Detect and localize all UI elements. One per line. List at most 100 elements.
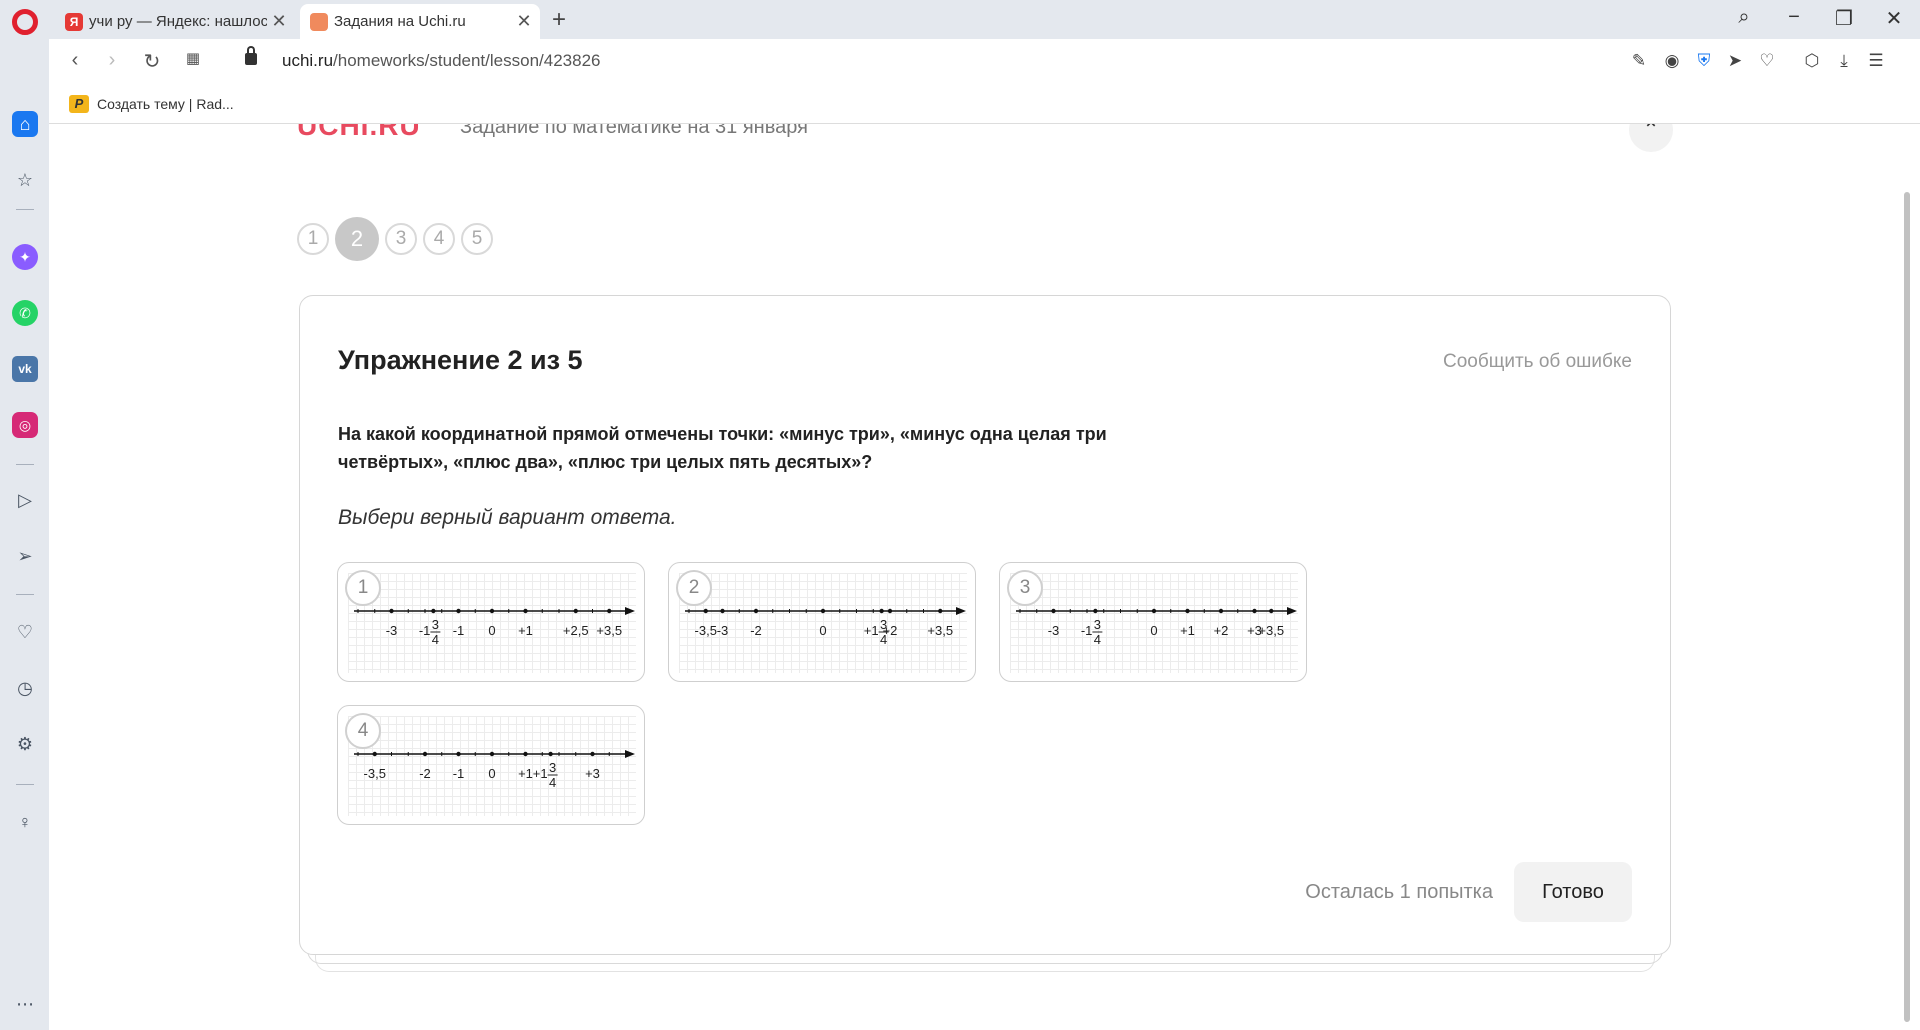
close-tab-icon[interactable]: ✕: [267, 11, 291, 32]
point-label: +1: [1180, 623, 1195, 638]
report-error-link[interactable]: Сообщить об ошибке: [1443, 351, 1632, 373]
point-label: +1: [533, 766, 548, 781]
step-indicator: 1 2 3 4 5: [297, 217, 499, 261]
marked-point: [489, 751, 495, 757]
edit-icon[interactable]: ✎: [1627, 51, 1651, 71]
address-bar: ‹ › ↻ ▦ uchi.ru/homeworks/student/lesson…: [49, 39, 1920, 86]
marked-point: [489, 608, 495, 614]
messenger-icon[interactable]: ✦: [12, 244, 38, 270]
marked-point: [938, 608, 943, 614]
tab-title: учи ру — Яндекс: нашлось: [89, 13, 267, 30]
back-icon[interactable]: ‹: [61, 49, 89, 72]
hint-text: Выбери верный вариант ответа.: [338, 506, 677, 529]
point-label: +1: [518, 766, 533, 781]
step-1[interactable]: 1: [297, 223, 329, 255]
step-3[interactable]: 3: [385, 223, 417, 255]
marked-point: [1093, 608, 1098, 614]
history-icon[interactable]: ◷: [12, 675, 38, 701]
marked-point: [389, 608, 394, 614]
extensions-icon[interactable]: ⬡: [1800, 51, 1824, 71]
fraction-denominator: 4: [432, 632, 439, 647]
whatsapp-icon[interactable]: ✆: [12, 300, 38, 326]
point-label: -2: [750, 623, 762, 638]
point-label: -3,5: [364, 766, 386, 781]
marked-point: [573, 608, 578, 614]
point-label: 0: [1150, 623, 1157, 638]
bookmark-item[interactable]: P Создать тему | Rad...: [69, 95, 234, 113]
point-label: +2: [1214, 623, 1229, 638]
reload-icon[interactable]: ↻: [138, 49, 166, 74]
download-icon[interactable]: ⤓: [1832, 51, 1856, 71]
settings-menu-icon[interactable]: ☰: [1864, 51, 1888, 71]
option-number: 2: [676, 570, 712, 606]
new-tab-icon[interactable]: +: [552, 6, 566, 34]
uchi-logo[interactable]: UCHI.RU: [297, 124, 421, 142]
sidebar-divider: [16, 464, 34, 465]
star-icon[interactable]: ☆: [12, 167, 38, 193]
send-icon[interactable]: ➤: [1723, 51, 1747, 71]
camera-icon[interactable]: ◉: [1660, 51, 1684, 71]
point-label: -1: [1081, 623, 1093, 638]
sidebar-divider: [16, 784, 34, 785]
fraction-denominator: 4: [549, 775, 556, 790]
point-label: -1: [453, 766, 465, 781]
vpn-shield-icon[interactable]: ⛨: [1692, 51, 1716, 71]
fraction-denominator: 4: [1094, 632, 1101, 647]
heart-icon[interactable]: ♡: [1755, 51, 1779, 71]
number-line-3: -3 -1 340 +1 +2 +3+3,5: [1016, 607, 1297, 647]
forward-icon[interactable]: ›: [98, 49, 126, 72]
answer-option-1[interactable]: -3 -1 3 4 -1 0 +1 +2,5 +3,5 1: [337, 562, 645, 682]
more-icon[interactable]: ⋯: [12, 991, 38, 1017]
opera-logo-icon[interactable]: [12, 9, 38, 35]
marked-point: [590, 751, 595, 757]
marked-point: [1269, 608, 1274, 614]
page-scrollbar[interactable]: [1904, 192, 1910, 1022]
answer-option-4[interactable]: -3,5 -2 -1 0 +1 +1 3 4 +3 4: [337, 705, 645, 825]
search-tabs-icon[interactable]: ⌕: [1724, 6, 1764, 29]
sidebar-divider: [16, 594, 34, 595]
answer-option-3[interactable]: -3 -1 3 4 0 +1 +2 +3 +3,5 3: [999, 562, 1307, 682]
fraction-numerator: 3: [1094, 617, 1101, 632]
player-icon[interactable]: ▷: [12, 487, 38, 513]
heart-icon[interactable]: ♡: [12, 619, 38, 645]
tab-uchi[interactable]: Задания на Uchi.ru ✕: [300, 4, 540, 39]
marked-point: [1151, 608, 1157, 614]
option-number: 1: [345, 570, 381, 606]
marked-point: [431, 608, 436, 614]
point-label: -1: [419, 623, 431, 638]
axis-arrow: [956, 607, 966, 615]
instagram-icon[interactable]: ◎: [12, 412, 38, 438]
point-label: +3: [585, 766, 600, 781]
marked-point: [820, 608, 826, 614]
lock-icon[interactable]: [245, 46, 257, 65]
question-text: На какой координатной прямой отмечены то…: [338, 424, 1107, 472]
vk-icon[interactable]: vk: [12, 356, 38, 382]
step-2[interactable]: 2: [335, 217, 379, 261]
step-5[interactable]: 5: [461, 223, 493, 255]
restore-icon[interactable]: ❐: [1824, 6, 1864, 31]
send-icon[interactable]: ➢: [12, 543, 38, 569]
minimize-icon[interactable]: −: [1774, 6, 1814, 29]
tab-yandex[interactable]: Я учи ру — Яндекс: нашлось ✕: [55, 4, 295, 39]
option-number: 3: [1007, 570, 1043, 606]
axis-arrow: [625, 607, 635, 615]
point-label: +2,5: [563, 623, 589, 638]
point-label: -3: [386, 623, 398, 638]
done-button[interactable]: Готово: [1514, 862, 1632, 922]
step-4[interactable]: 4: [423, 223, 455, 255]
point-label: -3,5: [695, 623, 717, 638]
url-field[interactable]: uchi.ru/homeworks/student/lesson/423826: [282, 51, 600, 71]
answer-option-2[interactable]: -3,5 -3 -2 0 +1 3 4 +2 +3,5 2: [668, 562, 976, 682]
option-number: 4: [345, 713, 381, 749]
home-icon[interactable]: ⌂: [12, 111, 38, 137]
tabs-grid-icon[interactable]: ▦: [179, 49, 207, 67]
gear-icon[interactable]: ⚙: [12, 731, 38, 757]
close-lesson-button[interactable]: ⌃: [1629, 124, 1673, 152]
point-label: 0: [488, 766, 495, 781]
fraction-numerator: 3: [549, 760, 556, 775]
marked-point: [1218, 608, 1224, 614]
marked-point: [422, 751, 428, 757]
close-tab-icon[interactable]: ✕: [512, 11, 536, 32]
lightbulb-icon[interactable]: ♀: [12, 809, 38, 835]
close-window-icon[interactable]: ✕: [1874, 6, 1914, 31]
